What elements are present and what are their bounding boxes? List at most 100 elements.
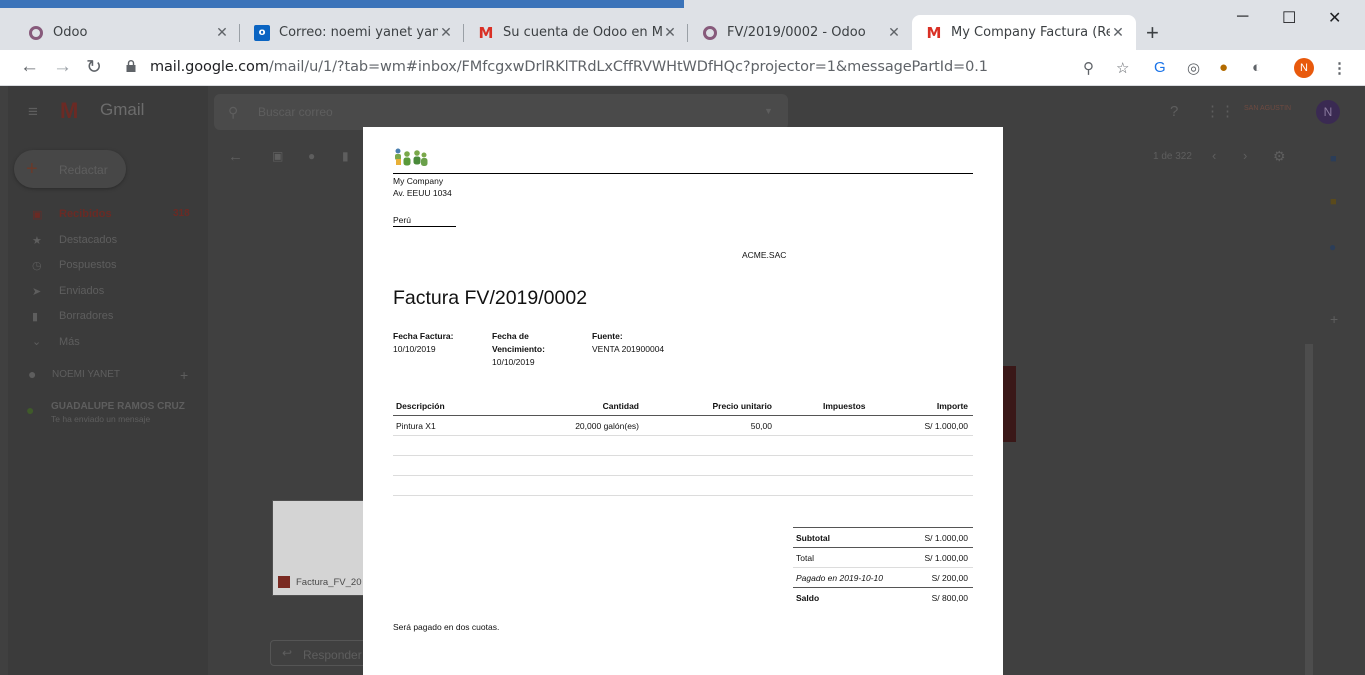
keep-icon[interactable]: ■ (1330, 196, 1337, 208)
forward-button[interactable]: → (53, 56, 72, 78)
add-chat-icon[interactable]: + (180, 367, 188, 383)
totals-rule (793, 547, 973, 548)
close-window-button[interactable]: ✕ (1328, 8, 1341, 28)
delete-icon[interactable]: ▮ (342, 149, 349, 163)
tab-odoo[interactable]: Odoo ✕ (14, 15, 240, 50)
total-label: Total (796, 553, 814, 563)
account-avatar[interactable]: N (1316, 100, 1340, 124)
sidebar-item-drafts[interactable]: Borradores (59, 310, 113, 322)
subtotal-value: S/ 1.000,00 (924, 533, 968, 543)
new-tab-button[interactable]: + (1146, 20, 1159, 46)
close-icon[interactable]: ✕ (886, 25, 902, 41)
totals-rule-light (793, 567, 973, 568)
paid-label: Pagado en 2019-10-10 (796, 573, 883, 583)
company-logo (395, 148, 428, 166)
lock-icon[interactable] (126, 60, 136, 72)
org-badge[interactable]: SAN AGUSTIN (1244, 105, 1291, 112)
odoo-icon (28, 25, 44, 41)
translate-extension-icon[interactable]: G (1154, 59, 1166, 76)
total-value: S/ 1.000,00 (924, 553, 968, 563)
col-description: Descripción (396, 401, 445, 411)
send-icon: ➤ (32, 286, 42, 298)
chat-user-name[interactable]: NOEMI YANET (52, 369, 120, 380)
col-unit-price: Precio unitario (712, 401, 772, 411)
main-menu-icon[interactable]: ≡ (28, 102, 38, 122)
line-amount: S/ 1.000,00 (924, 421, 968, 431)
search-options-icon[interactable]: ▼ (764, 106, 773, 116)
company-country: Perú (393, 215, 411, 225)
contact-avatar: ● (26, 402, 35, 418)
header-divider (393, 415, 973, 416)
address-bar[interactable]: mail.google.com/mail/u/1/?tab=wm#inbox/F… (150, 59, 988, 75)
company-address: Av. EEUU 1034 (393, 188, 452, 198)
close-icon[interactable]: ✕ (214, 25, 230, 41)
reload-button[interactable]: ↻ (86, 56, 102, 79)
tab-outlook[interactable]: o Correo: noemi yanet yanqui cu ✕ (240, 15, 464, 50)
tasks-icon[interactable]: ● (1329, 240, 1336, 254)
browser-toolbar: ← → ↻ mail.google.com/mail/u/1/?tab=wm#i… (0, 50, 1365, 86)
bookmark-star-icon[interactable]: ☆ (1116, 59, 1129, 77)
browser-tabstrip: Odoo ✕ o Correo: noemi yanet yanqui cu ✕… (0, 0, 1365, 50)
pager-text: 1 de 322 (1153, 151, 1192, 162)
scrollbar[interactable] (1305, 344, 1313, 675)
settings-gear-icon[interactable]: ⚙ (1273, 148, 1286, 165)
tab-label: Su cuenta de Odoo en My Cor (503, 25, 662, 40)
tab-gmail-invoice[interactable]: M My Company Factura (Ref FV/ ✕ (912, 15, 1136, 50)
back-to-inbox-icon[interactable]: ← (228, 148, 243, 165)
back-button[interactable]: ← (20, 56, 39, 78)
maximize-button[interactable]: ☐ (1282, 8, 1296, 28)
add-addon-icon[interactable]: + (1330, 311, 1338, 327)
due-date-label: Fecha de (492, 331, 529, 341)
invoice-date-label: Fecha Factura: (393, 331, 454, 341)
archive-icon[interactable]: ▣ (272, 149, 283, 163)
menu-kebab-icon[interactable]: ⋮ (1332, 59, 1347, 77)
customer-name: ACME.SAC (742, 250, 787, 260)
tab-label: FV/2019/0002 - Odoo (727, 25, 866, 40)
extension-icon[interactable]: ◎ (1187, 59, 1200, 77)
cookie-extension-icon[interactable]: ● (1219, 59, 1228, 76)
minimize-button[interactable]: ─ (1237, 8, 1248, 26)
star-icon: ★ (32, 235, 42, 247)
pdf-icon (278, 576, 290, 588)
payment-note: Será pagado en dos cuotas. (393, 622, 500, 632)
apps-grid-icon[interactable]: ⋮⋮ (1205, 102, 1235, 120)
sidebar-item-more[interactable]: Más (59, 336, 80, 348)
due-date-label-2: Vencimiento: (492, 344, 545, 354)
search-icon[interactable]: ⚲ (228, 104, 238, 121)
search-input[interactable]: Buscar correo (258, 105, 333, 119)
extension-circle-icon[interactable]: ◐ (1252, 59, 1261, 76)
tab-label: My Company Factura (Ref FV/ (951, 25, 1110, 40)
sidebar-item-snoozed[interactable]: Pospuestos (59, 259, 116, 271)
invoice-title: Factura FV/2019/0002 (393, 287, 588, 309)
help-icon[interactable]: ? (1170, 103, 1178, 120)
zoom-icon[interactable]: ⚲ (1083, 59, 1094, 77)
close-icon[interactable]: ✕ (438, 25, 454, 41)
gmail-icon: M (478, 23, 494, 42)
older-icon[interactable]: › (1243, 148, 1247, 163)
col-taxes: Impuestos (823, 401, 866, 411)
chat-contact-name[interactable]: GUADALUPE RAMOS CRUZ (51, 401, 185, 412)
profile-avatar[interactable]: N (1294, 58, 1314, 78)
calendar-icon[interactable]: ■ (1330, 153, 1337, 165)
line-unit-price: 50,00 (750, 421, 772, 431)
sidebar-item-sent[interactable]: Enviados (59, 285, 104, 297)
row-divider (393, 495, 973, 496)
newer-icon[interactable]: ‹ (1212, 148, 1216, 163)
invoice-date-value: 10/10/2019 (393, 344, 436, 354)
totals-rule (793, 587, 973, 588)
close-icon[interactable]: ✕ (662, 25, 678, 41)
tab-gmail-account[interactable]: M Su cuenta de Odoo en My Cor ✕ (464, 15, 688, 50)
draft-icon: ▮ (32, 311, 39, 323)
balance-value: S/ 800,00 (931, 593, 968, 603)
tab-label: Odoo (53, 25, 88, 40)
sidebar-item-starred[interactable]: Destacados (59, 234, 117, 246)
tab-odoo-invoice[interactable]: FV/2019/0002 - Odoo ✕ (688, 15, 912, 50)
report-spam-icon[interactable]: ● (308, 149, 315, 163)
sidebar-item-inbox[interactable]: Recibidos (59, 208, 112, 220)
attachment-name[interactable]: Factura_FV_20 (296, 577, 361, 588)
col-quantity: Cantidad (602, 401, 639, 411)
close-icon[interactable]: ✕ (1110, 25, 1126, 41)
header-rule (393, 173, 973, 174)
gmail-logo-text[interactable]: Gmail (100, 100, 144, 120)
reply-label: Responder (303, 648, 362, 662)
